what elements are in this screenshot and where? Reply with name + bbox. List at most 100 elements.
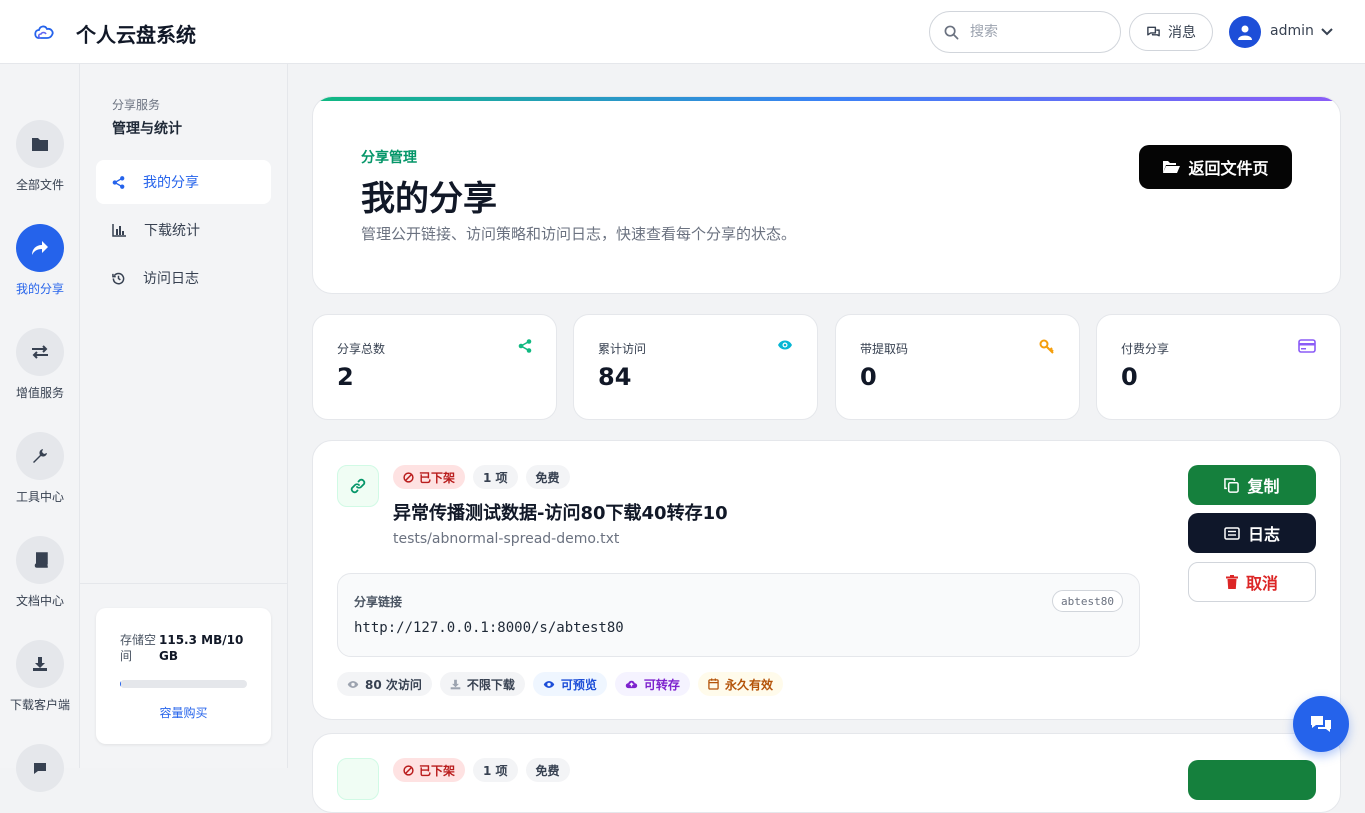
rail-item-label: 下载客户端 — [9, 698, 70, 712]
buy-capacity-link[interactable]: 容量购买 — [96, 704, 271, 721]
copy-button[interactable] — [1188, 760, 1316, 800]
rail-item-label: 工具中心 — [15, 490, 64, 504]
storage-value: 115.3 MB/10 GB — [159, 633, 244, 663]
share-badges: 已下架 1 项 免费 — [393, 758, 570, 782]
rail-item-more[interactable] — [0, 744, 80, 792]
rail-item-label: 增值服务 — [15, 386, 64, 400]
sidebar-item-my-shares[interactable]: 我的分享 — [96, 160, 271, 204]
status-badge: 已下架 — [393, 758, 466, 782]
download-limit-label: 不限下载 — [466, 677, 515, 692]
primary-nav-rail: 全部文件 我的分享 增值服务 工具中心 文档中心 下载客户端 — [0, 64, 80, 792]
page-title: 我的分享 — [361, 179, 497, 219]
search-box[interactable] — [929, 11, 1121, 53]
rail-item-all-files[interactable]: 全部文件 — [0, 120, 80, 193]
rail-item-download-client[interactable]: 下载客户端 — [0, 640, 80, 713]
back-to-files-button[interactable]: 返回文件页 — [1139, 145, 1292, 189]
sidebar-item-label: 下载统计 — [144, 223, 200, 239]
share-url[interactable]: http://127.0.0.1:8000/s/abtest80 — [354, 620, 624, 636]
storage-label: 存储空间 — [120, 633, 157, 663]
folder-icon — [16, 120, 64, 168]
chevron-down-icon[interactable] — [1321, 27, 1333, 37]
stat-label: 带提取码 — [860, 342, 909, 356]
exchange-icon — [16, 328, 64, 376]
rail-item-tools[interactable]: 工具中心 — [0, 432, 80, 505]
eye-icon — [347, 680, 359, 688]
comments-icon — [1147, 26, 1160, 37]
share-icon — [16, 224, 64, 272]
page-description: 管理公开链接、访问策略和访问日志，快速查看每个分享的状态。 — [361, 225, 797, 243]
accent-bar — [313, 97, 1340, 101]
folder-open-icon — [1163, 161, 1181, 173]
rail-item-my-shares[interactable]: 我的分享 — [0, 224, 80, 297]
messages-label: 消息 — [1168, 25, 1196, 41]
stat-value: 0 — [860, 363, 877, 391]
item-count-badge: 1 项 — [473, 465, 518, 489]
status-badge-label: 已下架 — [419, 470, 456, 485]
key-icon — [1039, 339, 1054, 354]
stat-card-total-visits: 累计访问 84 — [573, 314, 818, 420]
expiry-label: 永久有效 — [724, 677, 773, 692]
copy-button[interactable]: 复制 — [1188, 465, 1316, 505]
storage-progress-fill — [120, 680, 122, 688]
share-name[interactable]: 异常传播测试数据-访问80下载40转存10 — [393, 499, 728, 525]
comments-icon — [1311, 716, 1331, 732]
price-badge: 免费 — [525, 465, 570, 489]
rail-item-value-services[interactable]: 增值服务 — [0, 328, 80, 401]
stat-value: 2 — [337, 363, 354, 391]
username[interactable]: admin — [1270, 23, 1314, 39]
stat-label: 付费分享 — [1121, 342, 1170, 356]
stat-card-total-shares: 分享总数 2 — [312, 314, 557, 420]
log-button[interactable]: 日志 — [1188, 513, 1316, 553]
sidebar-item-label: 访问日志 — [143, 271, 199, 287]
status-badge-label: 已下架 — [419, 763, 456, 778]
cloud-logo-icon[interactable] — [32, 20, 56, 44]
avatar[interactable] — [1229, 16, 1261, 48]
log-button-label: 日志 — [1247, 525, 1280, 544]
link-icon — [337, 465, 379, 507]
credit-card-icon — [1298, 339, 1316, 353]
visits-label: 80 次访问 — [365, 677, 422, 692]
cancel-share-button[interactable]: 取消 — [1188, 562, 1316, 602]
download-icon — [450, 679, 461, 689]
share-nodes-icon — [112, 175, 125, 189]
rail-item-label: 我的分享 — [15, 282, 64, 296]
download-limit-chip: 不限下载 — [439, 672, 525, 696]
copy-button-label: 复制 — [1247, 477, 1280, 496]
transfer-chip: 可转存 — [614, 672, 690, 696]
wrench-icon — [16, 432, 64, 480]
share-card: 已下架 1 项 免费 — [312, 733, 1341, 813]
chat-icon — [16, 744, 64, 792]
preview-label: 可预览 — [560, 677, 597, 692]
sidebar-item-label: 我的分享 — [143, 175, 199, 191]
ban-icon — [403, 471, 414, 483]
back-button-label: 返回文件页 — [1188, 159, 1269, 178]
calendar-icon — [708, 678, 719, 690]
share-card: 已下架 1 项 免费 异常传播测试数据-访问80下载40转存10 tests/a… — [312, 440, 1341, 720]
divider — [80, 583, 287, 584]
stat-card-with-code: 带提取码 0 — [835, 314, 1080, 420]
stat-card-paid-shares: 付费分享 0 — [1096, 314, 1341, 420]
visits-chip: 80 次访问 — [337, 672, 432, 696]
trash-icon — [1225, 575, 1238, 589]
sidebar-title: 管理与统计 — [112, 121, 182, 137]
rail-item-label: 文档中心 — [15, 594, 64, 608]
page-header-card: 分享管理 我的分享 管理公开链接、访问策略和访问日志，快速查看每个分享的状态。 … — [312, 96, 1341, 294]
app-title: 个人云盘系统 — [76, 23, 196, 47]
sidebar-item-download-stats[interactable]: 下载统计 — [96, 208, 271, 252]
history-icon — [112, 272, 125, 284]
share-link-label: 分享链接 — [354, 595, 403, 609]
price-badge: 免费 — [525, 758, 570, 782]
eye-icon — [778, 340, 792, 350]
transfer-label: 可转存 — [643, 677, 680, 692]
user-icon — [1238, 25, 1252, 40]
sidebar-item-access-log[interactable]: 访问日志 — [96, 256, 271, 300]
cloud-upload-icon — [625, 680, 638, 689]
preview-chip: 可预览 — [532, 672, 607, 696]
rail-item-docs[interactable]: 文档中心 — [0, 536, 80, 609]
chat-support-button[interactable] — [1293, 696, 1349, 752]
share-badges: 已下架 1 项 免费 — [393, 465, 570, 489]
storage-card: 存储空间 115.3 MB/10 GB 容量购买 — [96, 608, 271, 744]
top-bar: 个人云盘系统 消息 admin — [0, 0, 1365, 64]
search-input[interactable] — [970, 22, 1110, 42]
messages-button[interactable]: 消息 — [1129, 13, 1213, 51]
